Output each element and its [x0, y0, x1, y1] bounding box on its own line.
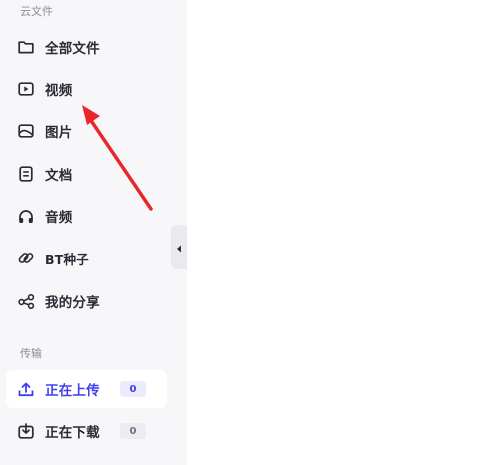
download-icon: [17, 422, 35, 440]
sidebar-item-label: 正在下载: [45, 425, 100, 441]
share-icon: [17, 292, 35, 310]
sidebar-item-label: 全部文件: [45, 41, 100, 57]
folder-icon: [17, 38, 35, 56]
sidebar-item-label: 我的分享: [45, 295, 100, 311]
sidebar-item-all-files[interactable]: 全部文件: [6, 28, 167, 66]
sidebar-item-uploading[interactable]: 正在上传 0: [6, 370, 167, 408]
download-count-badge: 0: [120, 423, 146, 439]
headphones-icon: [17, 207, 35, 225]
upload-icon: [17, 380, 35, 398]
sidebar-item-bt-torrents[interactable]: BT种子: [6, 239, 167, 277]
sidebar-item-label: 图片: [45, 125, 73, 141]
chevron-left-icon: [176, 238, 182, 257]
image-icon: [17, 122, 35, 140]
section-label-cloud-files: 云文件: [20, 5, 53, 18]
sidebar-item-label: 文档: [45, 168, 73, 184]
sidebar: 云文件 全部文件 视频 图片 文档 音频 BT种子 我的分享 传输 正在上传 0…: [0, 0, 187, 465]
video-icon: [17, 80, 35, 98]
upload-count-badge: 0: [120, 381, 146, 397]
sidebar-item-label: BT种子: [45, 251, 89, 267]
collapse-sidebar-toggle[interactable]: [171, 225, 187, 269]
link-icon: [17, 249, 35, 267]
sidebar-item-downloading[interactable]: 正在下载 0: [6, 412, 167, 450]
sidebar-item-label: 正在上传: [45, 383, 100, 399]
sidebar-item-documents[interactable]: 文档: [6, 155, 167, 193]
sidebar-item-audio[interactable]: 音频: [6, 197, 167, 235]
sidebar-item-label: 音频: [45, 210, 73, 226]
sidebar-item-my-shares[interactable]: 我的分享: [6, 282, 167, 320]
sidebar-item-label: 视频: [45, 83, 73, 99]
document-icon: [17, 165, 35, 183]
section-label-transfer: 传输: [20, 347, 42, 360]
sidebar-item-videos[interactable]: 视频: [6, 70, 167, 108]
sidebar-item-images[interactable]: 图片: [6, 112, 167, 150]
